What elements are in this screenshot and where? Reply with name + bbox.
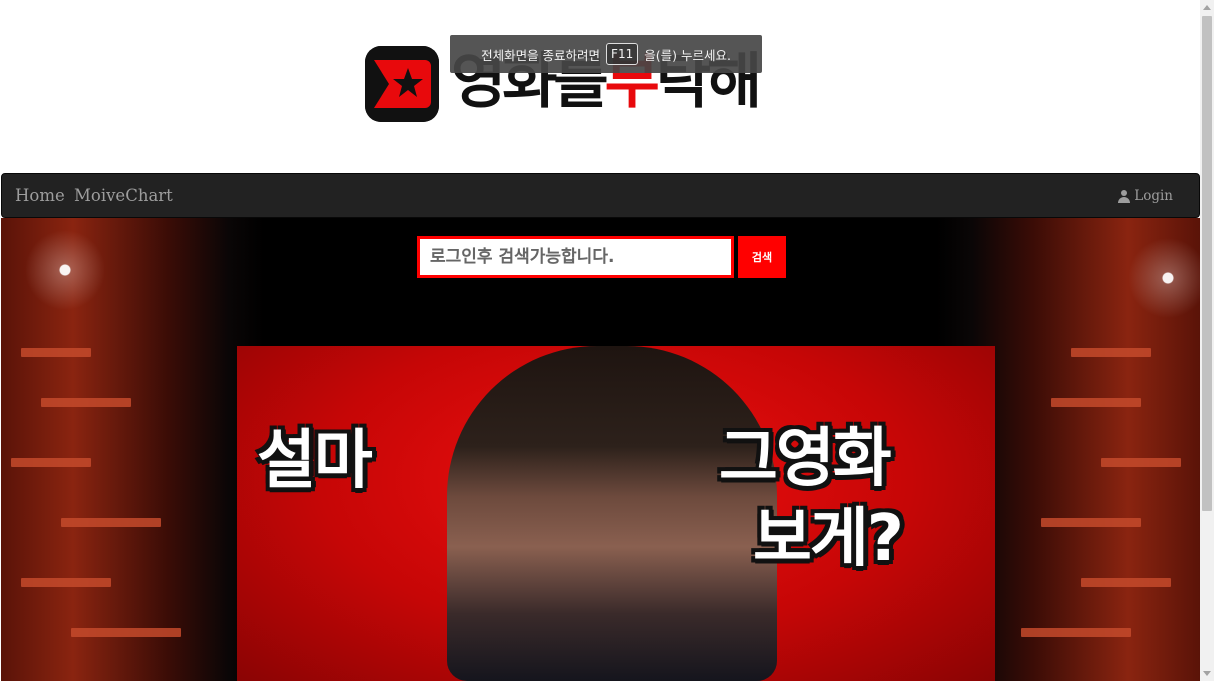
- wall-panel: [1101, 458, 1181, 467]
- search-input[interactable]: [417, 236, 734, 278]
- login-label: Login: [1134, 188, 1173, 204]
- poster-right-text-line1: 그영화: [719, 422, 892, 496]
- wall-panel: [1021, 628, 1131, 637]
- search-button[interactable]: 검색: [738, 236, 786, 278]
- scroll-down-arrow-icon[interactable]: [1203, 671, 1211, 676]
- toast-text-before: 전체화면을 종료하려면: [481, 47, 601, 63]
- movie-poster-screen: 설마 그영화 보게?: [237, 346, 995, 681]
- user-icon: [1118, 189, 1131, 203]
- poster-right-text-line2: 보게?: [753, 502, 904, 576]
- wall-panel: [1071, 348, 1151, 357]
- wall-panel: [71, 628, 181, 637]
- nav-login-link[interactable]: Login: [1118, 188, 1173, 204]
- toast-text-after: 을(를) 누르세요.: [644, 47, 731, 63]
- vertical-scrollbar[interactable]: [1200, 0, 1214, 681]
- scroll-up-arrow-icon[interactable]: [1203, 5, 1211, 10]
- wall-panel: [61, 518, 161, 527]
- wall-panel: [1051, 398, 1141, 407]
- nav-home-link[interactable]: Home: [15, 186, 65, 205]
- wall-panel: [21, 348, 91, 357]
- wall-panel: [1041, 518, 1141, 527]
- fullscreen-exit-toast: 전체화면을 종료하려면 F11 을(를) 누르세요.: [450, 35, 762, 73]
- nav-moviechart-link[interactable]: MoiveChart: [74, 186, 173, 205]
- wall-panel: [11, 458, 91, 467]
- wall-panel: [1081, 578, 1171, 587]
- f11-key-badge: F11: [606, 43, 639, 65]
- wall-panel: [41, 398, 131, 407]
- poster-left-text: 설마: [257, 424, 373, 498]
- main-navbar: Home MoiveChart Login: [1, 173, 1200, 218]
- wall-panel: [21, 578, 111, 587]
- scrollbar-thumb[interactable]: [1202, 16, 1212, 511]
- hero-banner: 검색 설마 그영화 보게?: [1, 218, 1200, 681]
- play-star-logo-icon: [365, 46, 439, 122]
- poster-person-image: [447, 346, 777, 681]
